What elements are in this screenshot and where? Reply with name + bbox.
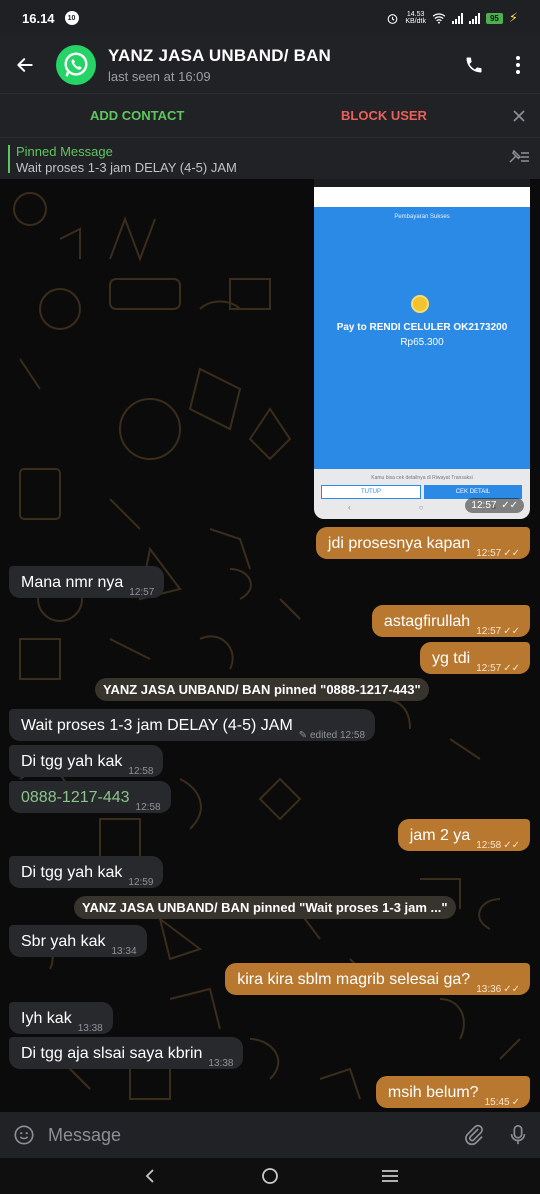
status-icons: 14.53 KB/dtk 95 ⚡ (386, 10, 518, 26)
pinned-indicator (8, 145, 10, 173)
arrow-left-icon (17, 57, 33, 72)
back-button[interactable] (0, 36, 50, 93)
chat-title-block[interactable]: YANZ JASA UNBAND/ BAN last seen at 16:09 (108, 46, 331, 84)
message-incoming-phone[interactable]: 0888-1217-44312:58 (9, 781, 171, 813)
chat-header: YANZ JASA UNBAND/ BAN last seen at 16:09 (0, 36, 540, 93)
dots-vertical-icon (516, 55, 520, 74)
circle-home-icon (262, 1168, 278, 1184)
service-message-pin: YANZ JASA UNBAND/ BAN pinned "0888-1217-… (95, 678, 429, 701)
pinned-message-bar[interactable]: Pinned Message Wait proses 1-3 jam DELAY… (0, 137, 540, 179)
alarm-icon (387, 13, 398, 24)
whatsapp-logo-icon (64, 52, 88, 77)
close-bar-button[interactable] (508, 105, 530, 127)
message-incoming[interactable]: Wait proses 1-3 jam DELAY (4-5) JAM✎ edi… (9, 709, 376, 741)
payment-screenshot-image[interactable]: Pembayaran Sukses Pay to RENDI CELULER O… (314, 179, 530, 519)
header-actions (452, 40, 540, 90)
chevron-left-icon (145, 1169, 154, 1183)
avatar[interactable] (56, 44, 96, 85)
attach-button[interactable] (452, 1124, 496, 1146)
add-contact-button[interactable]: ADD CONTACT (90, 108, 184, 123)
battery-icon: 95 (485, 12, 503, 24)
pin-list-icon (509, 149, 529, 163)
message-outgoing[interactable]: astagfirullah12:57 ✓✓ (371, 605, 530, 637)
smiley-icon (14, 1125, 34, 1145)
network-speed: 14.53 KB/dtk (405, 11, 426, 25)
message-incoming[interactable]: Di tgg aja slsai saya kbrin13:38 (9, 1037, 244, 1069)
notification-badge: 10 (64, 11, 79, 25)
nav-back-button[interactable] (130, 1158, 170, 1194)
payment-detail-label: CEK DETAIL (424, 485, 522, 499)
more-options-button[interactable] (496, 40, 540, 90)
composer-actions (452, 1124, 540, 1146)
emoji-button[interactable] (0, 1124, 48, 1146)
pinned-list-button[interactable] (508, 149, 530, 170)
nav-recents-button[interactable] (370, 1158, 410, 1194)
composer (0, 1112, 540, 1158)
chat-area[interactable]: Pembayaran Sukses Pay to RENDI CELULER O… (0, 179, 540, 1112)
coin-icon (411, 295, 429, 313)
last-seen: last seen at 16:09 (108, 68, 211, 84)
message-incoming[interactable]: Mana nmr nya12:57 (9, 566, 165, 598)
block-user-button[interactable]: BLOCK USER (341, 108, 427, 123)
contact-name: YANZ JASA UNBAND/ BAN (108, 45, 332, 65)
message-incoming[interactable]: Sbr yah kak13:34 (9, 925, 147, 957)
pinned-text: Wait proses 1-3 jam DELAY (4-5) JAM (16, 160, 237, 175)
status-time: 16.14 (22, 10, 55, 26)
wifi-icon (432, 13, 446, 24)
payment-amount: Rp65.300 (400, 337, 444, 348)
voice-record-button[interactable] (496, 1124, 540, 1146)
service-message-pin: YANZ JASA UNBAND/ BAN pinned "Wait prose… (74, 896, 456, 919)
message-incoming[interactable]: Iyh kak13:38 (9, 1002, 113, 1034)
payment-status: Pembayaran Sukses (394, 214, 450, 220)
status-bar: 16.14 10 14.53 KB/dtk 95 ⚡ (0, 0, 540, 36)
message-input[interactable] (48, 1124, 452, 1146)
message-outgoing[interactable]: msih belum?15:45 ✓ (375, 1076, 530, 1108)
message-outgoing[interactable]: jam 2 ya12:58 ✓✓ (397, 819, 530, 851)
image-timestamp: 12:57 ✓✓ (465, 498, 524, 513)
close-icon (513, 109, 525, 122)
payment-header (314, 187, 530, 207)
message-outgoing[interactable]: jdi prosesnya kapan12:57 ✓✓ (315, 527, 530, 559)
signal-icon-2 (468, 12, 480, 24)
menu-lines-icon (382, 1170, 398, 1182)
paperclip-icon (465, 1124, 483, 1146)
signal-icon (451, 12, 463, 24)
payment-recipient: Pay to RENDI CELULER OK2173200 (336, 322, 508, 333)
message-incoming[interactable]: Di tgg yah kak12:58 (9, 745, 164, 777)
message-incoming[interactable]: Di tgg yah kak12:59 (9, 856, 164, 888)
pinned-label: Pinned Message (16, 144, 113, 159)
phone-icon (466, 57, 482, 72)
unknown-contact-bar: ADD CONTACT BLOCK USER (0, 93, 540, 137)
payment-note: Kamu bisa cek detailnya di Riwayat Trans… (371, 475, 473, 481)
microphone-icon (510, 1125, 526, 1145)
message-outgoing[interactable]: kira kira sblm magrib selesai ga?13:36 ✓✓ (225, 963, 530, 995)
nav-home-button[interactable] (250, 1158, 290, 1194)
charging-icon: ⚡ (508, 10, 518, 25)
message-outgoing[interactable]: yg tdi12:57 ✓✓ (419, 642, 530, 674)
call-button[interactable] (452, 40, 496, 90)
payment-close-label: TUTUP (321, 485, 421, 499)
system-navbar (0, 1158, 540, 1194)
